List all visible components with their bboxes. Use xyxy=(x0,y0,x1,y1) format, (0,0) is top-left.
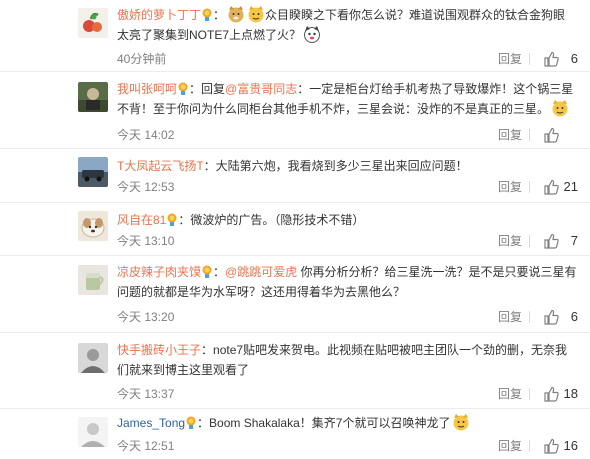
reply-button[interactable]: 回复 xyxy=(498,438,522,454)
member-badge-icon xyxy=(178,82,188,95)
comment-time: 今天 13:20 xyxy=(117,310,175,324)
comment-item: James_Tong ：Boom Shakalaka！集齐7个就可以召唤神龙了 今… xyxy=(0,409,590,459)
mention-link[interactable]: @富贵哥同志 xyxy=(225,82,297,96)
comment-actions: 回复 xyxy=(458,127,578,143)
comment-item: 凉皮辣子肉夹馍 ：@跳跳可爱虎 你再分析分析？给三星洗一洗？是不是只要说三星有问题… xyxy=(0,256,590,333)
comment-text: T大凤起云飞扬T：大陆第六炮，我看烧到多少三星出来回应问题！ xyxy=(117,159,468,173)
divider xyxy=(529,440,530,452)
like-count: 16 xyxy=(563,438,578,453)
reply-button[interactable]: 回复 xyxy=(498,309,522,325)
username-link[interactable]: 凉皮辣子肉夹馍 xyxy=(117,265,201,279)
thumbs-up-icon[interactable] xyxy=(542,179,560,195)
username-link[interactable]: 傲娇的萝卜丁丁 xyxy=(117,8,201,22)
member-badge-icon xyxy=(186,416,196,429)
divider xyxy=(529,311,530,323)
thumbs-up-icon[interactable] xyxy=(542,51,560,67)
member-badge-icon xyxy=(202,8,212,21)
comment-actions: 回复 7 xyxy=(458,233,578,249)
username-link[interactable]: James_Tong xyxy=(117,416,185,430)
avatar[interactable] xyxy=(78,211,108,241)
comment-actions: 回复 6 xyxy=(458,51,578,67)
reply-button[interactable]: 回复 xyxy=(498,127,522,143)
comment-item: 快手搬砖小王子：note7贴吧发来贺电。此视频在贴吧被吧主团队一个劲的删，无奈我… xyxy=(0,333,590,409)
doge-emoji-icon xyxy=(453,414,469,431)
like-count: 6 xyxy=(570,51,578,66)
member-badge-icon xyxy=(167,213,177,226)
divider xyxy=(529,181,530,193)
comment-actions: 回复 21 xyxy=(458,179,578,195)
comment-time: 今天 12:53 xyxy=(117,180,175,194)
divider xyxy=(529,235,530,247)
avatar[interactable] xyxy=(78,157,108,187)
reply-button[interactable]: 回复 xyxy=(498,51,522,67)
thumbs-up-icon[interactable] xyxy=(542,386,560,402)
comment-time: 今天 14:02 xyxy=(117,128,175,142)
like-count: 6 xyxy=(570,309,578,324)
thumbs-up-icon[interactable] xyxy=(542,309,560,325)
like-count: 21 xyxy=(563,179,578,194)
username-link[interactable]: 快手搬砖小王子 xyxy=(117,343,201,357)
comment-item: 我叫张呵呵 ：回复@富贵哥同志：一定是柜台灯给手机考热了导致爆炸！这个锅三星不背！… xyxy=(0,72,590,149)
comment-text: James_Tong ：Boom Shakalaka！集齐7个就可以召唤神龙了 xyxy=(117,413,577,433)
username-link[interactable]: 风自在81 xyxy=(117,213,166,227)
doge-emoji-icon xyxy=(248,6,264,23)
comment-actions: 回复 18 xyxy=(458,386,578,402)
doge-emoji-icon xyxy=(552,100,568,117)
thumbs-up-icon[interactable] xyxy=(542,127,560,143)
avatar[interactable] xyxy=(78,343,108,373)
comment-item: 风自在81 ：微波炉的广告。（隐形技术不错） 今天 13:10 回复 7 xyxy=(0,203,590,256)
avatar[interactable] xyxy=(78,82,108,112)
comment-text: 快手搬砖小王子：note7贴吧发来贺电。此视频在贴吧被吧主团队一个劲的删，无奈我… xyxy=(117,343,568,377)
thumbs-up-icon[interactable] xyxy=(542,233,560,249)
comment-text: 傲娇的萝卜丁丁：众目睽睽之下看你怎么说？难道说围观群众的钛合金狗眼太亮了聚集到N… xyxy=(117,5,577,45)
reply-button[interactable]: 回复 xyxy=(498,179,522,195)
comment-time: 今天 12:51 xyxy=(117,439,175,453)
comment-time: 今天 13:10 xyxy=(117,234,175,248)
comment-text: 我叫张呵呵 ：回复@富贵哥同志：一定是柜台灯给手机考热了导致爆炸！这个锅三星不背！… xyxy=(117,82,574,117)
avatar[interactable] xyxy=(78,417,108,447)
avatar[interactable] xyxy=(78,265,108,295)
divider xyxy=(529,53,530,65)
doge-emoji-icon xyxy=(304,26,321,43)
like-count: 18 xyxy=(563,386,578,401)
username-link[interactable]: T大凤起云飞扬T xyxy=(117,159,204,173)
comment-actions: 回复 6 xyxy=(458,309,578,325)
like-count: 7 xyxy=(570,233,578,248)
divider xyxy=(529,388,530,400)
reply-button[interactable]: 回复 xyxy=(498,233,522,249)
thumbs-up-icon[interactable] xyxy=(542,438,560,454)
username-link[interactable]: 我叫张呵呵 xyxy=(117,82,177,96)
comment-actions: 回复 16 xyxy=(458,438,578,454)
doge-emoji-icon xyxy=(228,6,244,23)
comment-text: 风自在81 ：微波炉的广告。（隐形技术不错） xyxy=(117,213,365,227)
comment-text: 凉皮辣子肉夹馍 ：@跳跳可爱虎 你再分析分析？给三星洗一洗？是不是只要说三星有问题… xyxy=(117,265,577,299)
member-badge-icon xyxy=(202,265,212,278)
comment-time: 今天 13:37 xyxy=(117,387,175,401)
mention-link[interactable]: @跳跳可爱虎 xyxy=(225,265,297,279)
avatar[interactable] xyxy=(78,8,108,38)
divider xyxy=(529,129,530,141)
comment-time: 40分钟前 xyxy=(117,52,167,66)
reply-button[interactable]: 回复 xyxy=(498,386,522,402)
comment-item: T大凤起云飞扬T：大陆第六炮，我看烧到多少三星出来回应问题！ 今天 12:53 … xyxy=(0,149,590,203)
comment-item: 傲娇的萝卜丁丁：众目睽睽之下看你怎么说？难道说围观群众的钛合金狗眼太亮了聚集到N… xyxy=(0,0,590,72)
